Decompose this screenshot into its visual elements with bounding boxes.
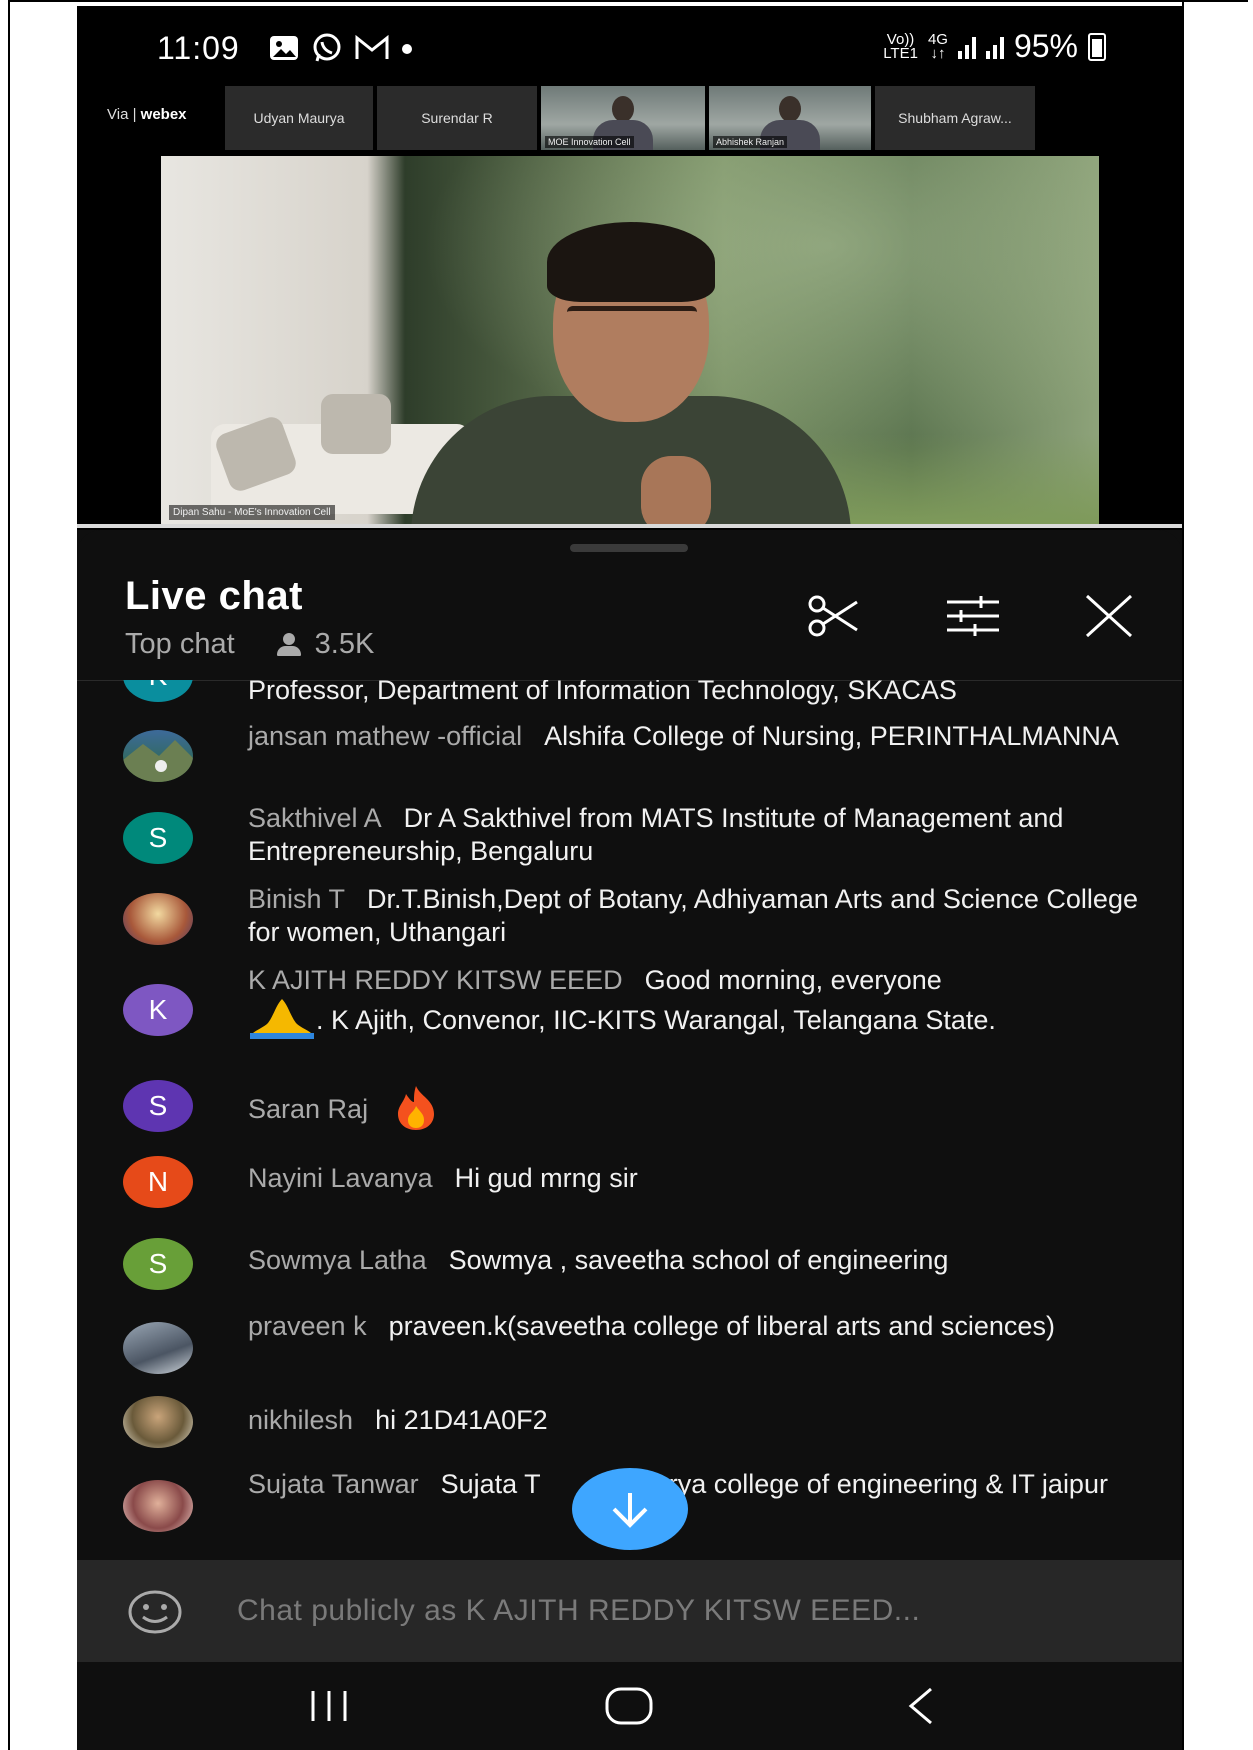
viewer-count: 3.5K <box>314 628 375 660</box>
avatar[interactable]: S <box>123 812 193 864</box>
phone-screen: 11:09 Vo)) LTE1 4G ↓↑ 95% Via | webex Ud… <box>77 6 1182 1750</box>
close-icon <box>1085 594 1133 638</box>
close-chat-button[interactable] <box>1081 590 1137 642</box>
notification-icons <box>269 32 413 69</box>
message-text: Dr.T.Binish,Dept of Botany, Adhiyaman Ar… <box>248 884 1138 947</box>
chat-message: praveen k praveen.k(saveetha college of l… <box>123 1310 1143 1380</box>
avatar[interactable]: K <box>123 984 193 1036</box>
avatar[interactable]: S <box>123 1238 193 1290</box>
person-icon <box>276 632 301 657</box>
chat-message: K Professor, Department of Information T… <box>123 680 1143 710</box>
recent-apps-button[interactable] <box>299 1682 359 1730</box>
message-author[interactable]: Sujata Tanwar <box>248 1469 419 1499</box>
message-author[interactable]: K AJITH REDDY KITSW EEED <box>248 965 623 995</box>
message-text: Sowmya , saveetha school of engineering <box>448 1245 949 1275</box>
chat-message: nikhilesh hi 21D41A0F2 <box>123 1392 1143 1452</box>
gmail-icon <box>355 34 389 66</box>
message-text: Sujata T <box>440 1469 541 1499</box>
fire-emoji <box>390 1084 442 1138</box>
chat-message: N Nayini Lavanya Hi gud mrng sir <box>123 1150 1143 1210</box>
message-author[interactable]: Sakthivel A <box>248 803 382 833</box>
chat-message-list[interactable]: K Professor, Department of Information T… <box>77 680 1182 1568</box>
speaker-caption: Dipan Sahu - MoE's Innovation Cell <box>169 505 335 520</box>
system-nav-bar <box>77 1662 1182 1750</box>
avatar[interactable] <box>123 1322 193 1374</box>
chat-title: Live chat <box>125 574 303 618</box>
dot-icon <box>401 42 413 60</box>
participant-tile-camera: Abhishek Ranjan <box>709 86 873 150</box>
page-frame-top <box>8 0 1248 2</box>
webex-logo: Via | webex <box>107 106 187 123</box>
avatar[interactable]: K <box>123 680 193 702</box>
participant-tile: Udyan Maurya <box>225 86 375 150</box>
emoji-button[interactable] <box>127 1590 183 1634</box>
video-progress-bar[interactable] <box>77 524 1182 528</box>
message-text: Hi gud mrng sir <box>454 1163 638 1193</box>
battery-icon <box>1088 32 1106 61</box>
message-text: Good morning, everyone <box>644 965 942 995</box>
avatar[interactable]: S <box>123 1080 193 1132</box>
scroll-to-bottom-button[interactable] <box>572 1468 688 1550</box>
chat-message: Binish T Dr.T.Binish,Dept of Botany, Adhi… <box>123 883 1143 953</box>
data-type-indicator: 4G ↓↑ <box>927 30 948 62</box>
status-right: Vo)) LTE1 4G ↓↑ 95% <box>883 28 1106 65</box>
message-text-continued: . K Ajith, Convenor, IIC-KITS Warangal, … <box>316 1005 996 1036</box>
back-icon <box>908 1687 932 1725</box>
chat-input-bar: Chat publicly as K AJITH REDDY KITSW EEE… <box>77 1560 1182 1662</box>
chat-message: S Sowmya Latha Sowmya , saveetha school o… <box>123 1230 1143 1290</box>
chat-input[interactable]: Chat publicly as K AJITH REDDY KITSW EEE… <box>237 1594 920 1628</box>
battery-percent: 95% <box>1013 28 1078 64</box>
gallery-icon <box>269 35 299 66</box>
chat-settings-button[interactable] <box>945 590 1001 642</box>
message-text: praveen.k(saveetha college of liberal ar… <box>388 1311 1055 1341</box>
participant-strip: Via | webex Udyan Maurya Surendar R MOE … <box>77 86 1182 152</box>
video-player[interactable]: Via | webex Udyan Maurya Surendar R MOE … <box>77 86 1182 530</box>
filter-sliders-icon <box>947 596 999 636</box>
arrow-down-icon <box>612 1493 648 1528</box>
top-chat-selector[interactable]: Top chat <box>125 628 235 661</box>
home-icon <box>605 1687 653 1725</box>
chat-message: K K AJITH REDDY KITSW EEED Good morning, … <box>123 964 1143 1054</box>
chat-message: S Saran Raj <box>123 1076 1143 1136</box>
volte-indicator: Vo)) LTE1 <box>883 30 918 62</box>
status-bar: 11:09 Vo)) LTE1 4G ↓↑ 95% <box>77 6 1182 86</box>
participant-tile-camera: MOE Innovation Cell <box>541 86 707 150</box>
drag-handle[interactable] <box>570 544 688 552</box>
message-text-continued: Arya college of engineering & IT jaipur <box>650 1469 1108 1499</box>
message-author[interactable]: Saran Raj <box>248 1094 368 1124</box>
smiley-icon <box>128 1590 182 1634</box>
message-text: hi 21D41A0F2 <box>375 1405 548 1435</box>
message-author[interactable]: Binish T <box>248 884 345 914</box>
clip-button[interactable] <box>805 590 861 642</box>
chat-message: S Sakthivel A Dr A Sakthivel from MATS In… <box>123 802 1143 872</box>
participant-tile: Surendar R <box>377 86 539 150</box>
back-button[interactable] <box>891 1682 951 1730</box>
message-author[interactable]: nikhilesh <box>248 1405 353 1435</box>
home-button[interactable] <box>599 1682 659 1730</box>
avatar[interactable] <box>123 730 193 782</box>
folded-hands-emoji <box>248 997 316 1047</box>
avatar[interactable]: N <box>123 1156 193 1208</box>
participant-tile: Shubham Agraw... <box>875 86 1037 150</box>
chat-message: jansan mathew -official Alshifa College o… <box>123 720 1143 790</box>
recent-apps-icon <box>311 1691 347 1721</box>
message-author[interactable]: praveen k <box>248 1311 367 1341</box>
signal-icon <box>957 35 976 59</box>
speaker-video: Dipan Sahu - MoE's Innovation Cell <box>161 156 1099 524</box>
chat-mode-row: Top chat 3.5K <box>125 628 374 661</box>
avatar[interactable] <box>123 1396 193 1448</box>
status-time: 11:09 <box>157 30 240 66</box>
avatar[interactable] <box>123 893 193 945</box>
message-author[interactable]: jansan mathew -official <box>248 721 522 751</box>
message-text: Professor, Department of Information Tec… <box>248 680 957 705</box>
page-frame-right <box>1182 0 1184 1750</box>
avatar[interactable] <box>123 1480 193 1532</box>
whatsapp-icon <box>311 32 343 69</box>
message-author[interactable]: Sowmya Latha <box>248 1245 427 1275</box>
page-frame-left <box>8 0 10 1750</box>
message-author[interactable]: Nayini Lavanya <box>248 1163 433 1193</box>
message-text: Alshifa College of Nursing, PERINTHALMAN… <box>544 721 1119 751</box>
signal-icon <box>985 35 1004 59</box>
scissors-icon <box>808 595 858 637</box>
